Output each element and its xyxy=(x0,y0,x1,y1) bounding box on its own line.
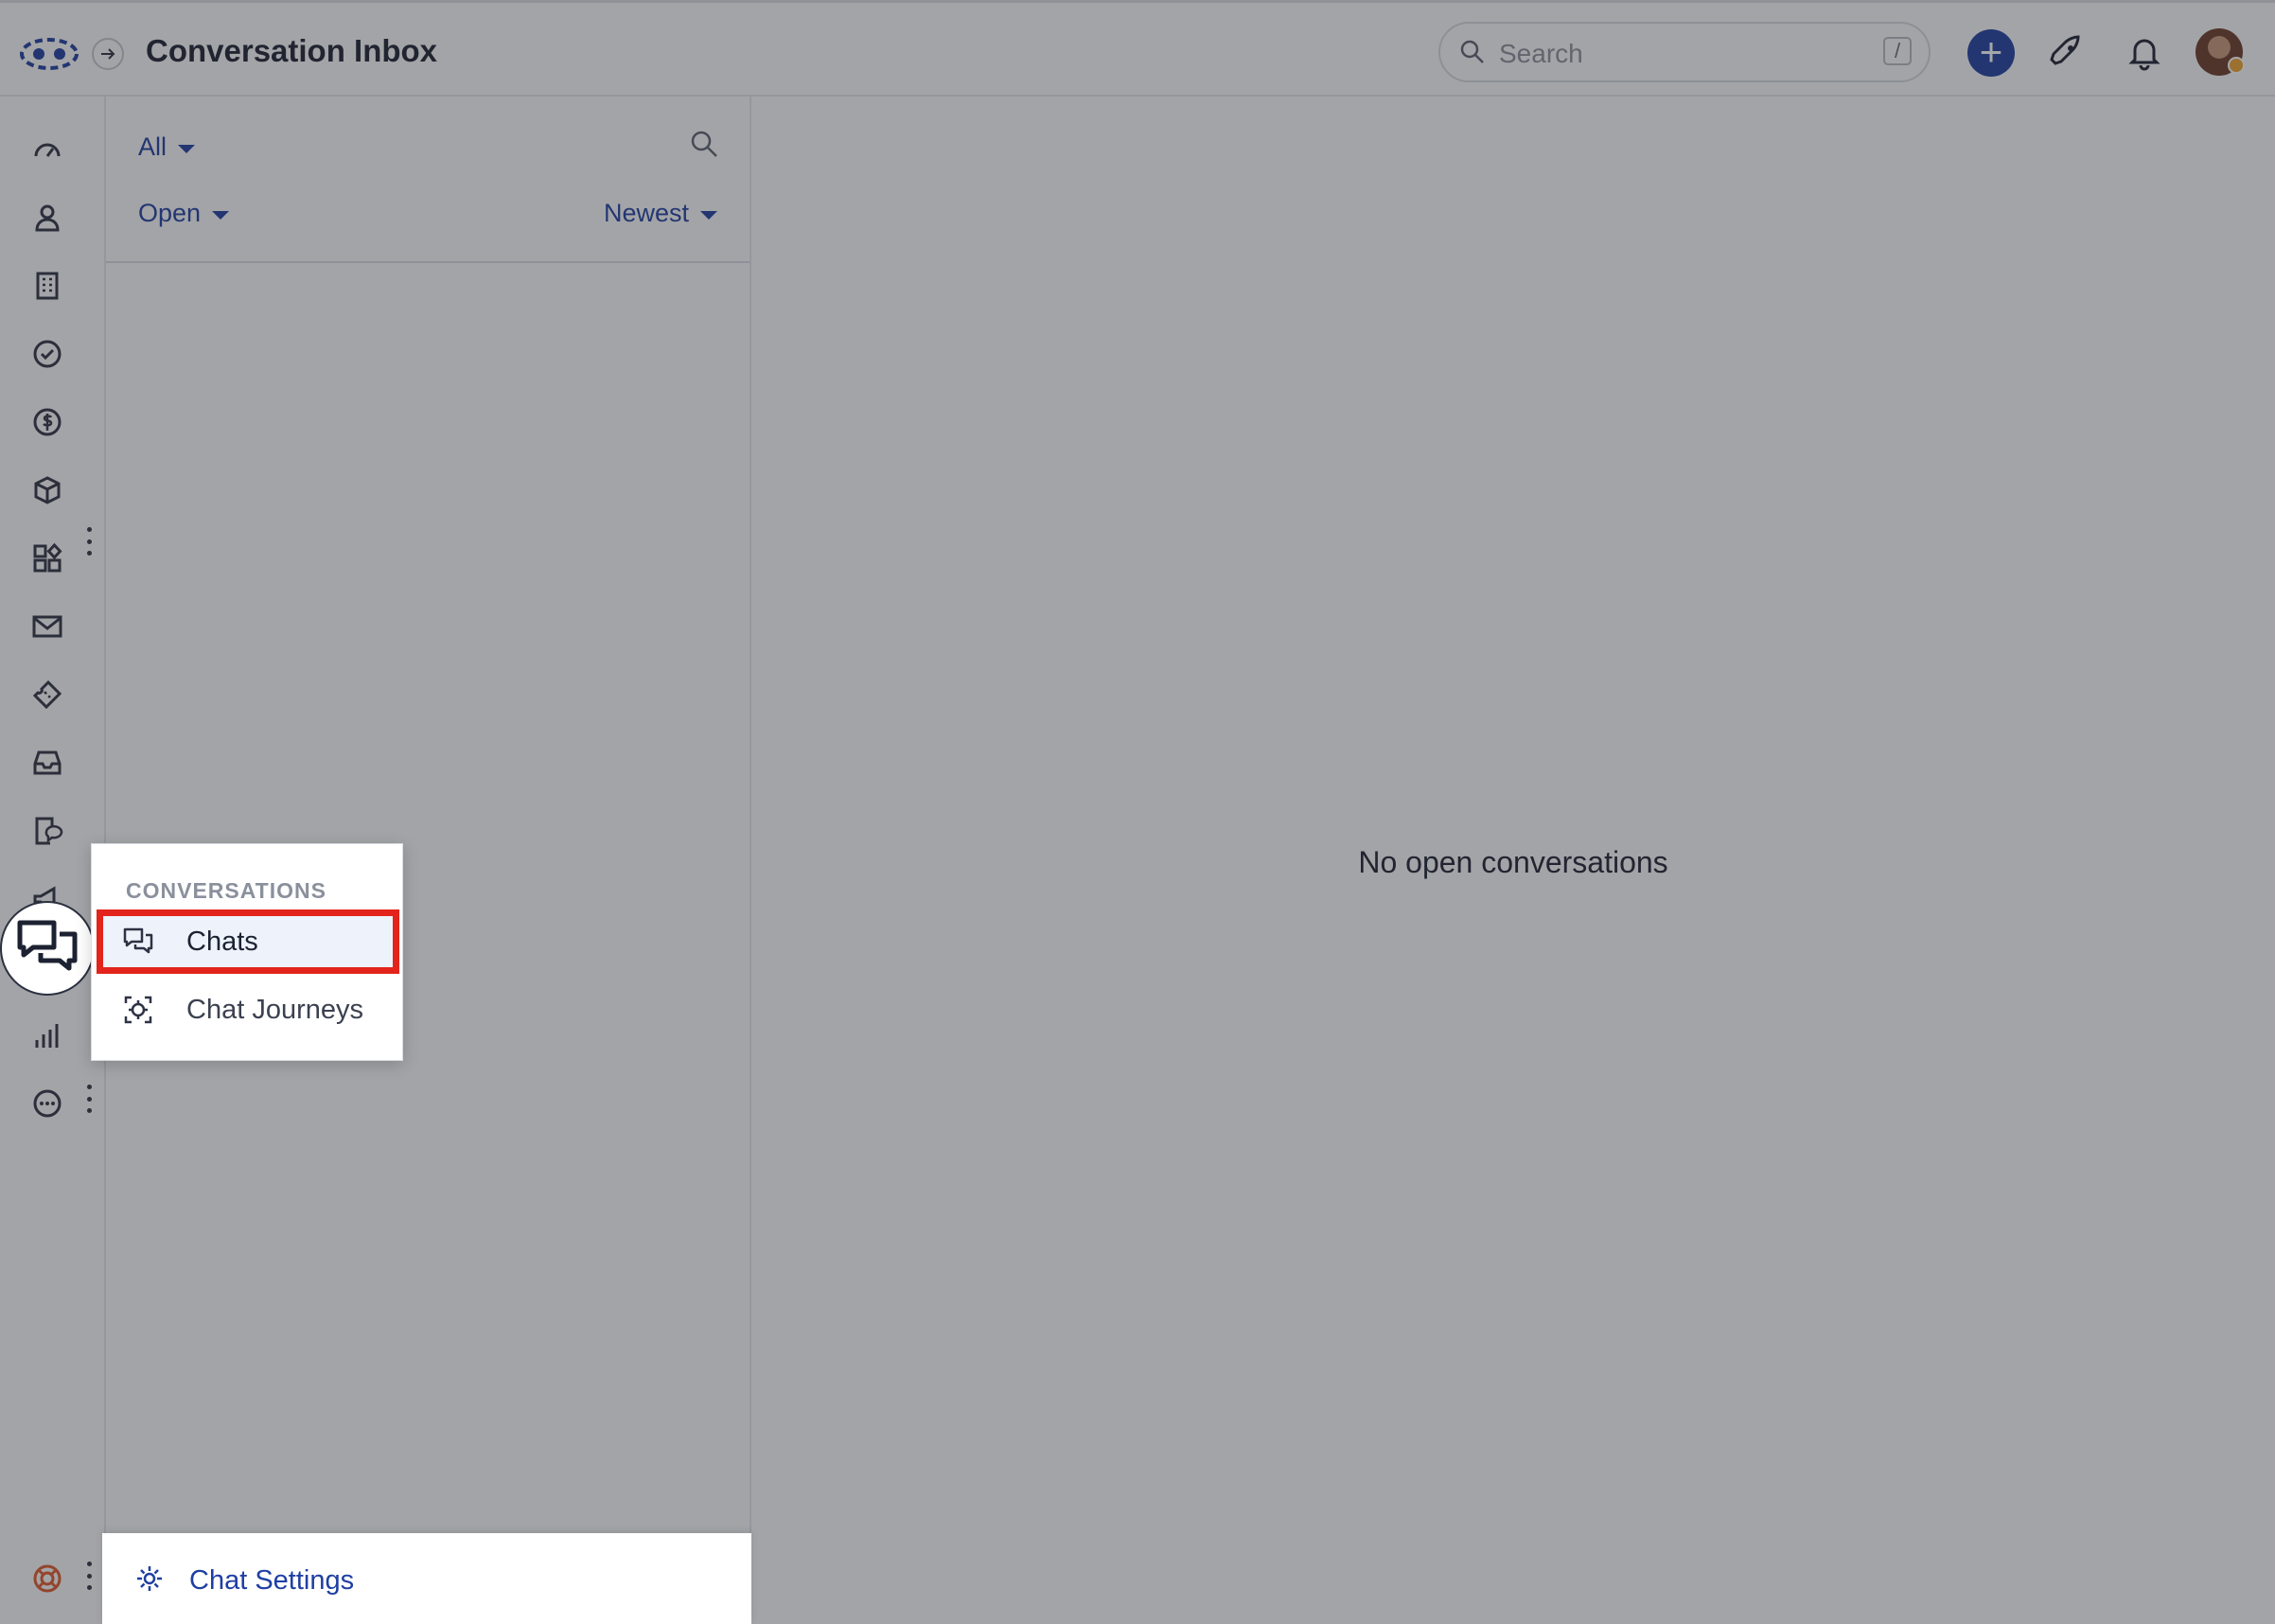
sidebar-item-conversations[interactable] xyxy=(0,901,95,996)
app-window: Conversation Inbox Search / + All Open N… xyxy=(0,0,2275,1624)
conversations-menu: CONVERSATIONS Chats Chat Journeys xyxy=(91,843,403,1061)
menu-item-label: Chats xyxy=(186,927,258,957)
chat-journeys-icon xyxy=(124,996,152,1024)
modal-overlay[interactable] xyxy=(0,0,2275,1624)
gear-icon xyxy=(137,1566,162,1591)
menu-item-chats[interactable]: Chats xyxy=(97,909,399,974)
chat-settings-bar[interactable]: Chat Settings xyxy=(102,1533,751,1624)
conversations-icon xyxy=(17,920,78,971)
chat-bubbles-icon xyxy=(123,927,153,954)
menu-item-label: Chat Journeys xyxy=(186,995,363,1025)
menu-item-chat-journeys[interactable]: Chat Journeys xyxy=(99,980,397,1039)
chat-settings-label: Chat Settings xyxy=(189,1565,355,1596)
menu-header: CONVERSATIONS xyxy=(126,878,326,903)
